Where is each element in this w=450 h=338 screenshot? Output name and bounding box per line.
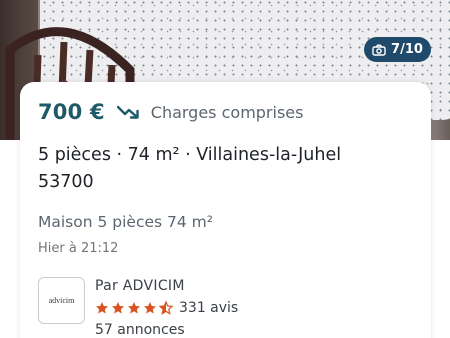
listing-title[interactable]: 5 pièces · 74 m² · Villaines-la-Juhel 53…: [38, 142, 398, 196]
trend-down-icon: [116, 105, 139, 119]
price: 700 €: [38, 100, 105, 124]
star-icon: [144, 302, 156, 314]
star-icon: [96, 302, 108, 314]
star-icon: [112, 302, 124, 314]
agency-rating: 331 avis: [95, 300, 238, 316]
reviews-count[interactable]: 331 avis: [179, 300, 238, 316]
camera-icon: [372, 44, 386, 56]
listing-date: Hier à 21:12: [38, 241, 119, 256]
charges-label: Charges comprises: [150, 102, 304, 122]
photo-counter-badge[interactable]: 7/10: [364, 37, 431, 62]
star-half-icon: [159, 301, 173, 315]
agency-name[interactable]: Par ADVICIM: [95, 278, 185, 294]
photo-counter: 7/10: [391, 42, 423, 57]
listing-subtitle: Maison 5 pièces 74 m²: [38, 213, 213, 231]
rating-stars: [95, 301, 173, 315]
star-icon: [128, 302, 140, 314]
price-row: 700 € Charges comprises: [38, 100, 303, 124]
agency-listings-count[interactable]: 57 annonces: [95, 322, 185, 338]
agency-logo-text: advicim: [48, 296, 75, 305]
agency-logo[interactable]: advicim: [38, 277, 85, 324]
